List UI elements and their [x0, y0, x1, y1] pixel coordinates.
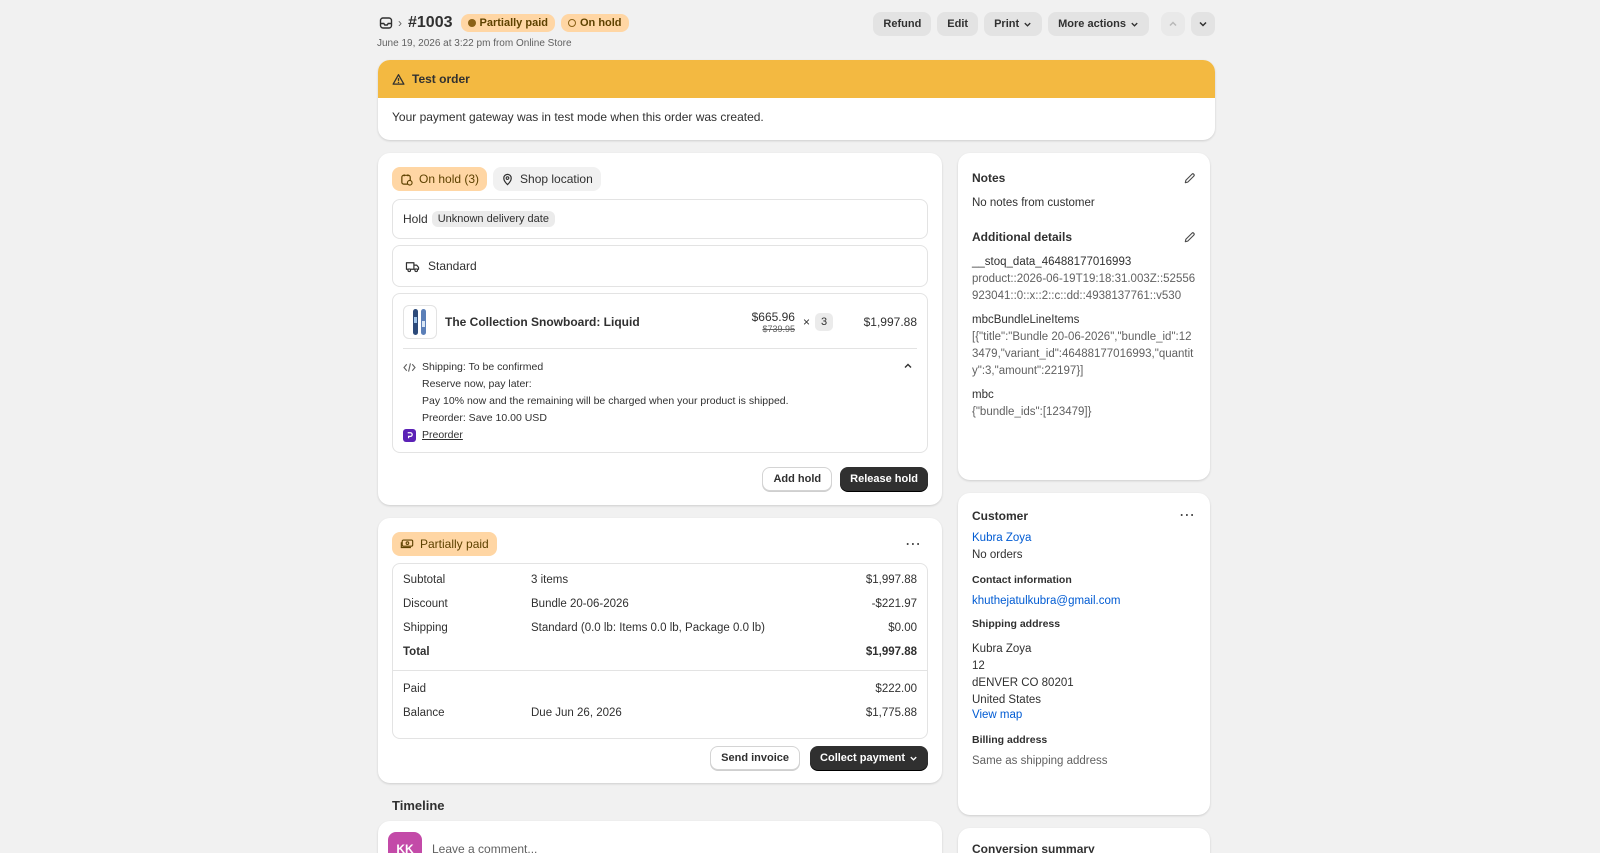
summary-row-discount: Discount Bundle 20-06-2026 -$221.97	[403, 598, 917, 610]
summary-row-shipping: Shipping Standard (0.0 lb: Items 0.0 lb,…	[403, 622, 917, 634]
customer-menu-icon[interactable]: ⋯	[1179, 508, 1196, 524]
times-sign: ×	[802, 315, 810, 329]
billing-address: Same as shipping address	[972, 755, 1108, 767]
shipping-address: Kubra Zoya 12 dENVER CO 80201 United Sta…	[972, 643, 1074, 706]
warning-icon	[392, 73, 405, 85]
line-item-properties: Shipping: To be confirmed Reserve now, p…	[403, 348, 917, 444]
previous-order-button[interactable]	[1161, 12, 1185, 36]
location-pill: Shop location	[493, 167, 601, 191]
comment-input[interactable]: Leave a comment...	[432, 842, 537, 853]
test-order-banner: Test order Your payment gateway was in t…	[378, 60, 1215, 140]
timeline-title: Timeline	[392, 798, 445, 813]
property-line: Preorder: Save 10.00 USD	[422, 412, 547, 424]
banner-message: Your payment gateway was in test mode wh…	[392, 110, 764, 124]
preorder-link[interactable]: Preorder	[422, 427, 463, 444]
fulfillment-status-badge: On hold	[560, 14, 629, 32]
customer-title: Customer	[972, 509, 1029, 523]
notes-card: Notes No notes from customer Additional …	[958, 153, 1210, 480]
cash-icon	[400, 539, 414, 549]
chevron-down-icon	[1131, 22, 1138, 27]
conversion-card: Conversion summary	[958, 828, 1210, 853]
contact-title: Contact information	[972, 574, 1072, 586]
property-line: Pay 10% now and the remaining will be ch…	[422, 395, 789, 407]
on-hold-icon	[567, 19, 576, 27]
billing-address-title: Billing address	[972, 734, 1048, 746]
summary-row-paid: Paid $222.00	[403, 683, 917, 695]
product-thumbnail[interactable]	[403, 305, 437, 339]
add-hold-button[interactable]: Add hold	[762, 467, 833, 491]
chevron-down-icon	[910, 756, 917, 761]
refund-button[interactable]: Refund	[873, 12, 932, 36]
edit-button[interactable]: Edit	[937, 12, 979, 36]
summary-row-subtotal: Subtotal 3 items $1,997.88	[403, 574, 917, 586]
conversion-title: Conversion summary	[972, 842, 1095, 853]
print-button[interactable]: Print	[984, 12, 1043, 36]
avatar: KK	[388, 832, 422, 853]
chevron-down-icon	[1024, 22, 1031, 27]
preorder-app-icon	[403, 429, 416, 442]
quantity-badge: 3	[815, 313, 833, 331]
collect-payment-button[interactable]: Collect payment	[810, 746, 928, 770]
delivery-truck-icon	[405, 261, 420, 272]
detail-item: mbcBundleLineItems [{"title":"Bundle 20-…	[972, 314, 1194, 377]
summary-row-balance: Balance Due Jun 26, 2026 $1,775.88	[403, 707, 917, 719]
customer-name-link[interactable]: Kubra Zoya	[972, 532, 1196, 544]
customer-orders: No orders	[972, 549, 1023, 561]
page-title: #1003	[408, 14, 453, 31]
location-pin-icon	[503, 173, 512, 185]
order-date: June 19, 2026 at 3:22 pm from Online Sto…	[377, 38, 572, 49]
partially-paid-icon	[467, 19, 476, 27]
summary-row-total: Total $1,997.88	[403, 646, 917, 658]
breadcrumb-chevron-icon: ›	[398, 16, 402, 30]
view-map-link[interactable]: View map	[972, 709, 1196, 721]
property-line: Shipping: To be confirmed	[422, 361, 544, 373]
product-title[interactable]: The Collection Snowboard: Liquid	[445, 315, 752, 329]
hold-reason-box: Hold Unknown delivery date	[392, 199, 928, 239]
payment-status-badge: Partially paid	[460, 14, 555, 32]
snowboard-image-icon	[413, 309, 426, 335]
release-hold-button[interactable]: Release hold	[840, 467, 928, 491]
chevron-down-icon	[1199, 21, 1207, 27]
notes-text: No notes from customer	[972, 197, 1095, 209]
detail-item: __stoq_data_46488177016993 product::2026…	[972, 256, 1196, 302]
hold-label: Hold	[403, 212, 428, 226]
edit-pencil-icon[interactable]	[1183, 231, 1196, 244]
property-line: Reserve now, pay later:	[422, 378, 532, 390]
notes-title: Notes	[972, 171, 1006, 185]
header-actions: Refund Edit Print More actions	[873, 12, 1215, 36]
partially-paid-pill: Partially paid	[392, 532, 497, 556]
original-price: $739.95	[762, 324, 795, 334]
hold-reason-tag: Unknown delivery date	[431, 211, 555, 227]
edit-pencil-icon[interactable]	[1183, 172, 1196, 185]
customer-email-link[interactable]: khuthejatulkubra@gmail.com	[972, 595, 1196, 607]
customer-card: Customer ⋯ Kubra Zoya No orders Contact …	[958, 493, 1210, 815]
banner-title: Test order	[412, 72, 470, 86]
shipping-method-box: Standard	[392, 245, 928, 287]
on-hold-pill: On hold (3)	[392, 167, 488, 191]
more-actions-button[interactable]: More actions	[1048, 12, 1149, 36]
payment-menu-icon[interactable]: ⋯	[905, 534, 922, 554]
shipping-address-title: Shipping address	[972, 618, 1061, 630]
payment-card: Partially paid ⋯ Subtotal 3 items $1,997…	[378, 518, 942, 783]
line-item: The Collection Snowboard: Liquid $665.96…	[403, 304, 917, 340]
hold-icon	[401, 173, 413, 186]
detail-item: mbc {"bundle_ids":[123479]}	[972, 389, 1092, 418]
additional-details-title: Additional details	[972, 230, 1073, 244]
chevron-up-icon[interactable]	[903, 361, 913, 371]
next-order-button[interactable]	[1191, 12, 1215, 36]
send-invoice-button[interactable]: Send invoice	[710, 746, 801, 770]
timeline-card: KK Leave a comment...	[378, 821, 942, 853]
order-header: › #1003 Partially paid On hold June 19, …	[377, 12, 1215, 52]
line-item-box: The Collection Snowboard: Liquid $665.96…	[392, 293, 928, 453]
code-icon	[403, 363, 416, 372]
orders-inbox-icon[interactable]	[378, 15, 394, 31]
unit-price: $665.96	[751, 310, 795, 324]
chevron-up-icon	[1169, 21, 1177, 27]
line-total: $1,997.88	[863, 315, 917, 329]
shipping-method: Standard	[428, 259, 477, 273]
payment-summary: Subtotal 3 items $1,997.88 Discount Bund…	[392, 563, 928, 739]
fulfillment-card: On hold (3) Shop location Hold Unknown d…	[378, 153, 942, 505]
